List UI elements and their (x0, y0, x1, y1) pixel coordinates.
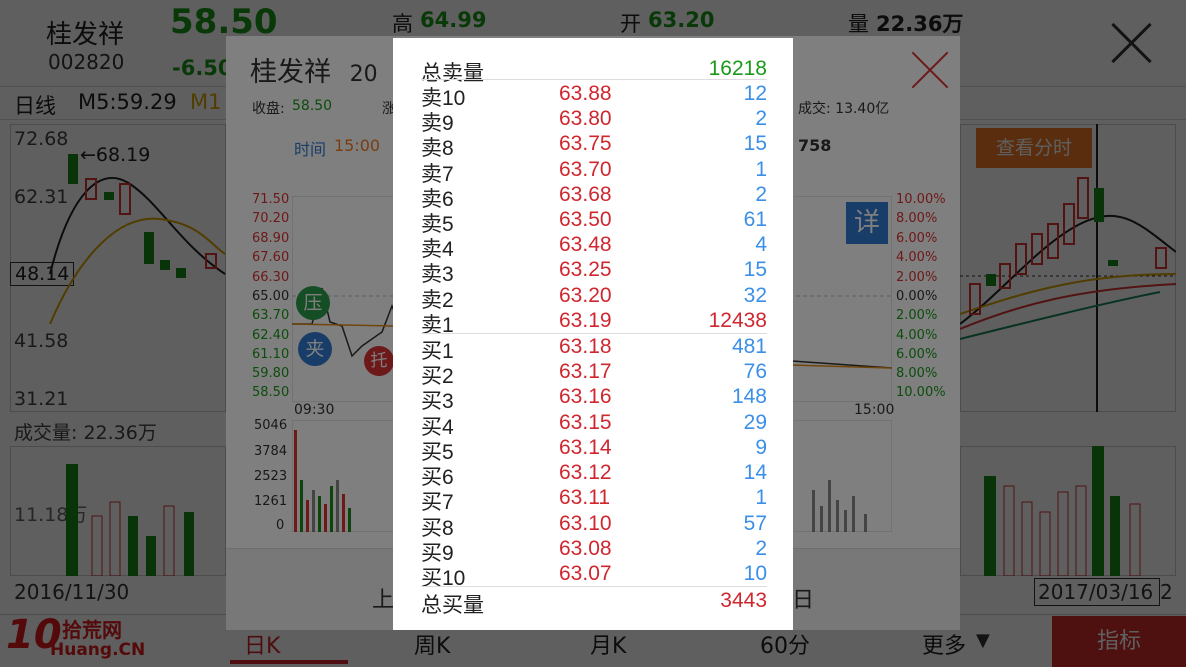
sell-price: 63.25 (559, 258, 612, 281)
buy-price: 63.15 (559, 411, 612, 434)
sell-row: 卖10 63.88 12 (421, 82, 767, 110)
sell-volume: 15 (743, 258, 767, 281)
sell-row: 卖7 63.70 1 (421, 158, 767, 186)
sell-row: 卖5 63.50 61 (421, 208, 767, 236)
buy-row: 买9 63.08 2 (421, 537, 767, 565)
buy-volume: 76 (743, 360, 767, 383)
buy-volume: 14 (743, 461, 767, 484)
sell-row: 卖4 63.48 4 (421, 233, 767, 261)
buy-price: 63.12 (559, 461, 612, 484)
buy-row: 买1 63.18 481 (421, 335, 767, 363)
order-book-popup: 总卖量 16218 卖10 63.88 12 卖9 63.80 2 卖8 63.… (393, 38, 793, 630)
total-buy-row: 总买量 3443 (421, 589, 767, 617)
sell-volume: 61 (743, 208, 767, 231)
buy-volume: 481 (731, 335, 767, 358)
sell-price: 63.48 (559, 233, 612, 256)
buy-volume: 9 (755, 436, 767, 459)
buy-row: 买4 63.15 29 (421, 411, 767, 439)
sell-price: 63.80 (559, 107, 612, 130)
buy-price: 63.18 (559, 335, 612, 358)
sell-price: 63.68 (559, 183, 612, 206)
sell-price: 63.50 (559, 208, 612, 231)
buy-volume: 29 (743, 411, 767, 434)
total-sell-value: 16218 (708, 57, 767, 80)
buy-row: 买10 63.07 10 (421, 562, 767, 590)
buy-row: 买5 63.14 9 (421, 436, 767, 464)
sell-price: 63.19 (559, 309, 612, 332)
sell-row: 卖1 63.19 12438 (421, 309, 767, 337)
buy-price: 63.16 (559, 385, 612, 408)
buy-row: 买3 63.16 148 (421, 385, 767, 413)
sell-price: 63.70 (559, 158, 612, 181)
sell-volume: 12438 (708, 309, 767, 332)
buy-row: 买6 63.12 14 (421, 461, 767, 489)
sell-price: 63.75 (559, 132, 612, 155)
total-buy-label: 总买量 (421, 594, 484, 617)
total-buy-value: 3443 (720, 589, 767, 612)
divider (421, 333, 767, 334)
sell-volume: 15 (743, 132, 767, 155)
sell-row: 卖2 63.20 32 (421, 284, 767, 312)
sell-volume: 1 (755, 158, 767, 181)
buy-volume: 2 (755, 537, 767, 560)
buy-volume: 1 (755, 486, 767, 509)
buy-row: 买7 63.11 1 (421, 486, 767, 514)
buy-row: 买8 63.10 57 (421, 512, 767, 540)
sell-row: 卖6 63.68 2 (421, 183, 767, 211)
divider (421, 586, 767, 587)
buy-price: 63.14 (559, 436, 612, 459)
buy-price: 63.11 (559, 486, 610, 509)
sell-price: 63.20 (559, 284, 612, 307)
buy-price: 63.08 (559, 537, 612, 560)
sell-row: 卖8 63.75 15 (421, 132, 767, 160)
buy-volume: 57 (743, 512, 767, 535)
sell-volume: 12 (743, 82, 767, 105)
buy-price: 63.17 (559, 360, 612, 383)
sell-row: 卖3 63.25 15 (421, 258, 767, 286)
sell-volume: 32 (743, 284, 767, 307)
buy-row: 买2 63.17 76 (421, 360, 767, 388)
buy-level-label: 买10 (421, 567, 466, 590)
buy-volume: 10 (743, 562, 767, 585)
sell-volume: 4 (755, 233, 767, 256)
sell-volume: 2 (755, 183, 767, 206)
sell-volume: 2 (755, 107, 767, 130)
buy-price: 63.10 (559, 512, 612, 535)
sell-price: 63.88 (559, 82, 612, 105)
divider (421, 79, 767, 80)
sell-row: 卖9 63.80 2 (421, 107, 767, 135)
buy-volume: 148 (731, 385, 767, 408)
buy-price: 63.07 (559, 562, 612, 585)
